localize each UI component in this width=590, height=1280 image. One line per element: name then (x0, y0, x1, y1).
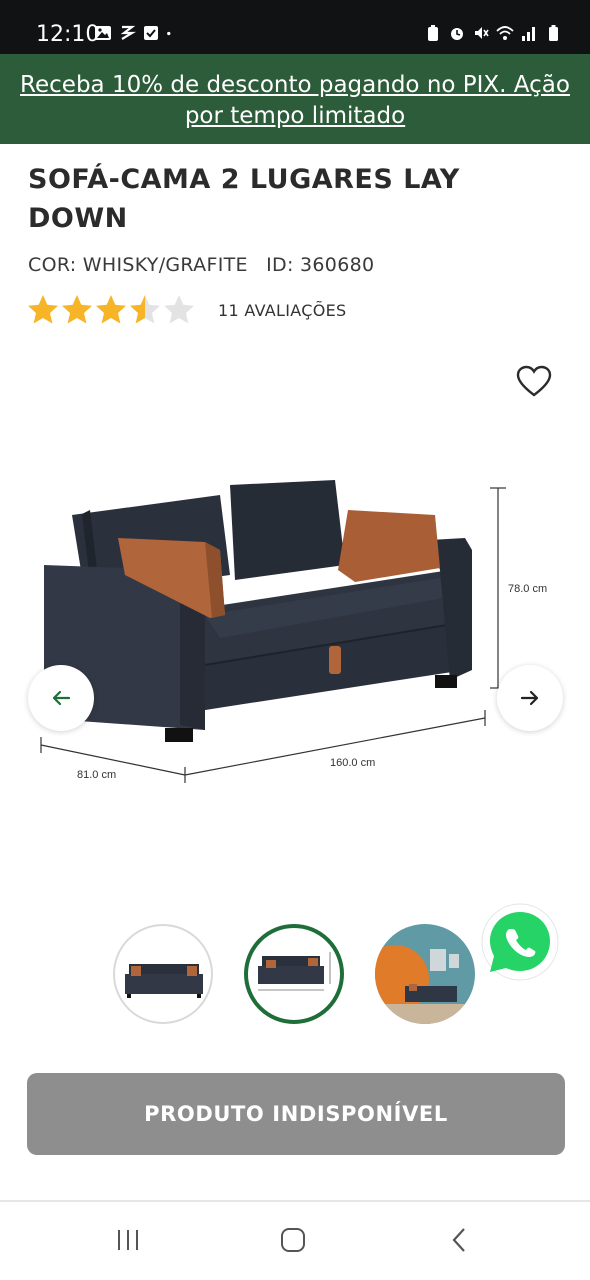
thumbnail-3[interactable] (375, 924, 475, 1024)
thumbnail-2-selected[interactable] (244, 924, 344, 1024)
status-time: 12:10 (36, 22, 100, 47)
thumbnail-room-scene (375, 924, 475, 1024)
whatsapp-icon (481, 903, 559, 981)
arrow-left-icon (52, 690, 71, 706)
gallery-icon (95, 26, 111, 40)
promo-banner[interactable]: Receba 10% de desconto pagando no PIX. A… (0, 54, 590, 144)
data-saver-icon (120, 25, 136, 40)
task-check-icon (144, 26, 158, 40)
dimension-height: 78.0 cm (508, 583, 547, 595)
back-icon[interactable] (446, 1226, 474, 1254)
unavailable-button[interactable]: PRODUTO INDISPONÍVEL (27, 1073, 565, 1155)
product-meta: COR: WHISKY/GRAFITE ID: 360680 (28, 254, 374, 276)
android-nav-bar (0, 1202, 590, 1280)
home-icon[interactable] (279, 1226, 307, 1254)
star-icon (130, 295, 160, 324)
product-id: ID: 360680 (266, 254, 375, 276)
dimension-width: 160.0 cm (330, 757, 375, 769)
battery-icon (549, 25, 558, 41)
alarm-icon (451, 28, 463, 40)
star-icon (164, 295, 194, 324)
whatsapp-button[interactable] (478, 902, 562, 986)
favorite-button[interactable] (514, 362, 554, 402)
heart-icon (516, 365, 552, 397)
arrow-right-icon (520, 690, 539, 706)
thumbnail-sofa-dimensions (258, 952, 331, 991)
product-image[interactable]: 78.0 cm 160.0 cm 81.0 cm (30, 470, 560, 790)
battery-saver-icon (428, 25, 438, 41)
rating-row[interactable]: 11 AVALIAÇÕES (26, 290, 346, 330)
mute-icon (475, 27, 489, 39)
star-icon (96, 295, 126, 324)
recent-apps-icon[interactable] (114, 1226, 142, 1254)
thumbnail-sofa-front (125, 964, 203, 998)
star-icon (28, 295, 58, 324)
product-color: COR: WHISKY/GRAFITE (28, 254, 248, 276)
promo-link[interactable]: Receba 10% de desconto pagando no PIX. A… (0, 54, 590, 132)
previous-image-button[interactable] (28, 665, 94, 731)
product-title: SOFÁ-CAMA 2 LUGARES LAY DOWN (28, 164, 460, 234)
rating-stars (26, 293, 196, 327)
wifi-icon (496, 26, 514, 40)
status-left-icons (94, 24, 176, 42)
star-icon (62, 295, 92, 324)
thumbnail-1[interactable] (113, 924, 213, 1024)
dimension-depth: 81.0 cm (77, 769, 116, 781)
status-right-icons (424, 24, 562, 42)
dot-icon (167, 31, 171, 36)
status-bar: 12:10 (0, 0, 590, 54)
next-image-button[interactable] (497, 665, 563, 731)
reviews-count[interactable]: 11 AVALIAÇÕES (218, 301, 346, 320)
signal-icon (522, 27, 535, 41)
